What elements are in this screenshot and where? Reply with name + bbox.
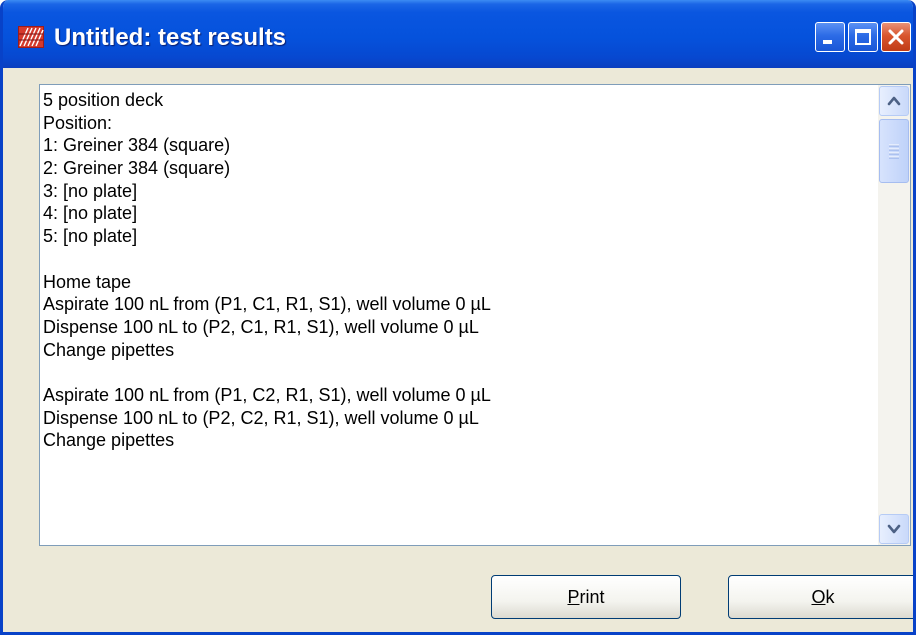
result-line: 5 position deck bbox=[43, 90, 164, 110]
result-line: 5: [no plate] bbox=[43, 226, 138, 247]
vertical-scrollbar[interactable] bbox=[878, 85, 910, 545]
title-bar[interactable]: Untitled: test results bbox=[3, 0, 913, 68]
close-icon bbox=[888, 29, 904, 45]
ok-mnemonic: O bbox=[811, 587, 826, 607]
print-mnemonic: P bbox=[567, 587, 580, 607]
close-button[interactable] bbox=[881, 22, 911, 52]
ok-button[interactable]: Ok bbox=[728, 575, 913, 619]
print-button[interactable]: Print bbox=[491, 575, 681, 619]
result-line: Change pipettes bbox=[43, 339, 175, 360]
result-line: Position: bbox=[43, 112, 113, 133]
maximize-button[interactable] bbox=[848, 22, 878, 52]
scroll-thumb[interactable] bbox=[879, 119, 909, 183]
minimize-button[interactable] bbox=[815, 22, 845, 52]
result-line: Aspirate 100 nL from (P1, C1, R1, S1), w… bbox=[43, 294, 491, 315]
ok-label-rest: k bbox=[825, 587, 835, 607]
scroll-up-button[interactable] bbox=[879, 86, 909, 116]
result-line: Home tape bbox=[43, 271, 132, 292]
window-title: Untitled: test results bbox=[54, 24, 287, 51]
result-line: 2: Greiner 384 (square) bbox=[43, 158, 231, 179]
scroll-down-button[interactable] bbox=[879, 514, 909, 544]
chevron-down-icon bbox=[887, 524, 901, 534]
maximize-icon bbox=[855, 29, 871, 45]
result-line bbox=[43, 248, 876, 271]
result-line bbox=[43, 361, 876, 384]
results-dialog: Untitled: test results 5 position deck Po… bbox=[0, 0, 916, 635]
result-line: Change pipettes bbox=[43, 430, 175, 451]
results-text[interactable]: 5 position deck Position: 1: Greiner 384 (… bbox=[40, 85, 876, 545]
print-label-rest: rint bbox=[579, 587, 605, 607]
app-grid-icon bbox=[18, 26, 44, 48]
result-line: 1: Greiner 384 (square) bbox=[43, 135, 231, 156]
result-line: 4: [no plate] bbox=[43, 203, 138, 224]
result-line: Dispense 100 nL to (P2, C1, R1, S1), wel… bbox=[43, 316, 479, 337]
chevron-up-icon bbox=[887, 96, 901, 106]
minimize-icon bbox=[823, 40, 832, 44]
results-text-box[interactable]: 5 position deck Position: 1: Greiner 384 (… bbox=[39, 84, 911, 546]
grip-icon bbox=[889, 144, 899, 159]
result-line: 3: [no plate] bbox=[43, 180, 138, 201]
result-line: Dispense 100 nL to (P2, C2, R1, S1), wel… bbox=[43, 407, 479, 428]
result-line: Aspirate 100 nL from (P1, C2, R1, S1), w… bbox=[43, 384, 491, 405]
